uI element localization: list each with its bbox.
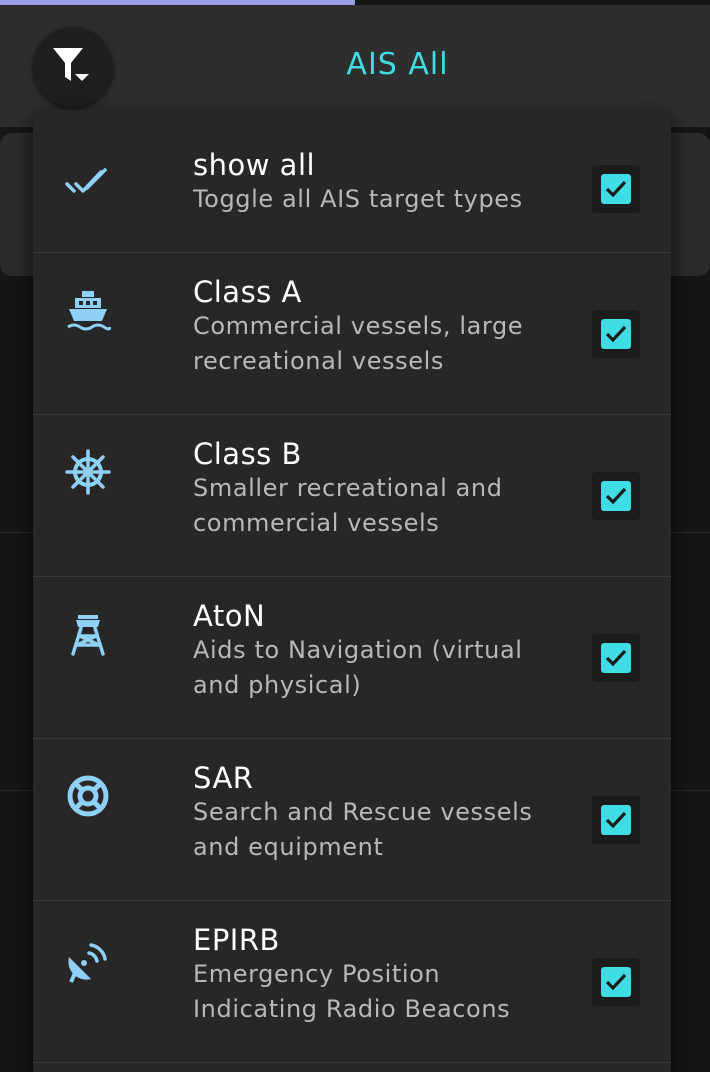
filter-item-description: Search and Rescue vessels and equipment bbox=[193, 798, 533, 861]
satellite-dish-icon bbox=[68, 943, 107, 983]
filter-item-description: Emergency Position Indicating Radio Beac… bbox=[193, 960, 511, 1023]
filter-button[interactable] bbox=[33, 27, 113, 107]
checkbox-checked bbox=[601, 319, 631, 349]
filter-item-description: Toggle all AIS target types bbox=[193, 185, 523, 213]
filter-item-class-a[interactable]: Class A Commercial vessels, large recrea… bbox=[33, 252, 671, 415]
filter-item-epirb[interactable]: EPIRB Emergency Position Indicating Radi… bbox=[33, 900, 671, 1063]
ship-wheel-icon bbox=[65, 449, 111, 495]
checkbox-checked bbox=[601, 174, 631, 204]
filter-icon bbox=[53, 48, 89, 81]
ship-icon bbox=[67, 291, 111, 331]
class-a-checkbox[interactable] bbox=[592, 310, 640, 358]
filter-item-description: Aids to Navigation (virtual and physical… bbox=[193, 636, 523, 699]
checkmark-icon bbox=[605, 811, 627, 829]
checkmark-icon bbox=[605, 325, 627, 343]
checkbox-checked bbox=[601, 967, 631, 997]
checkmark-icon bbox=[605, 487, 627, 505]
sar-checkbox[interactable] bbox=[592, 796, 640, 844]
checkmark-icon bbox=[605, 973, 627, 991]
double-check-icon bbox=[65, 168, 107, 193]
filter-item-sar[interactable]: SAR Search and Rescue vessels and equipm… bbox=[33, 738, 671, 901]
show-all-checkbox[interactable] bbox=[592, 165, 640, 213]
checkmark-icon bbox=[605, 180, 627, 198]
filter-item-partial bbox=[33, 1062, 671, 1072]
filter-item-title: SAR bbox=[193, 761, 254, 795]
app-screen: AIS All show all Toggle all AIS target t… bbox=[0, 0, 710, 1072]
filter-item-show-all[interactable]: show all Toggle all AIS target types bbox=[33, 110, 671, 252]
checkbox-checked bbox=[601, 643, 631, 673]
checkbox-checked bbox=[601, 481, 631, 511]
filter-item-title: show all bbox=[193, 148, 316, 182]
filter-item-aton[interactable]: AtoN Aids to Navigation (virtual and phy… bbox=[33, 576, 671, 739]
filter-item-class-b[interactable]: Class B Smaller recreational and commerc… bbox=[33, 414, 671, 577]
filter-item-title: Class B bbox=[193, 437, 302, 471]
class-b-checkbox[interactable] bbox=[592, 472, 640, 520]
filter-item-title: AtoN bbox=[193, 599, 266, 633]
lighthouse-tower-icon bbox=[71, 615, 105, 656]
epirb-checkbox[interactable] bbox=[592, 958, 640, 1006]
filter-item-title: Class A bbox=[193, 275, 302, 309]
checkmark-icon bbox=[605, 649, 627, 667]
lifebuoy-icon bbox=[67, 775, 109, 817]
filter-dropdown-menu: show all Toggle all AIS target types Cla… bbox=[33, 110, 671, 1072]
filter-item-description: Commercial vessels, large recreational v… bbox=[193, 312, 524, 375]
aton-checkbox[interactable] bbox=[592, 634, 640, 682]
checkbox-checked bbox=[601, 805, 631, 835]
filter-item-description: Smaller recreational and commercial vess… bbox=[193, 474, 503, 537]
filter-item-title: EPIRB bbox=[193, 923, 280, 957]
